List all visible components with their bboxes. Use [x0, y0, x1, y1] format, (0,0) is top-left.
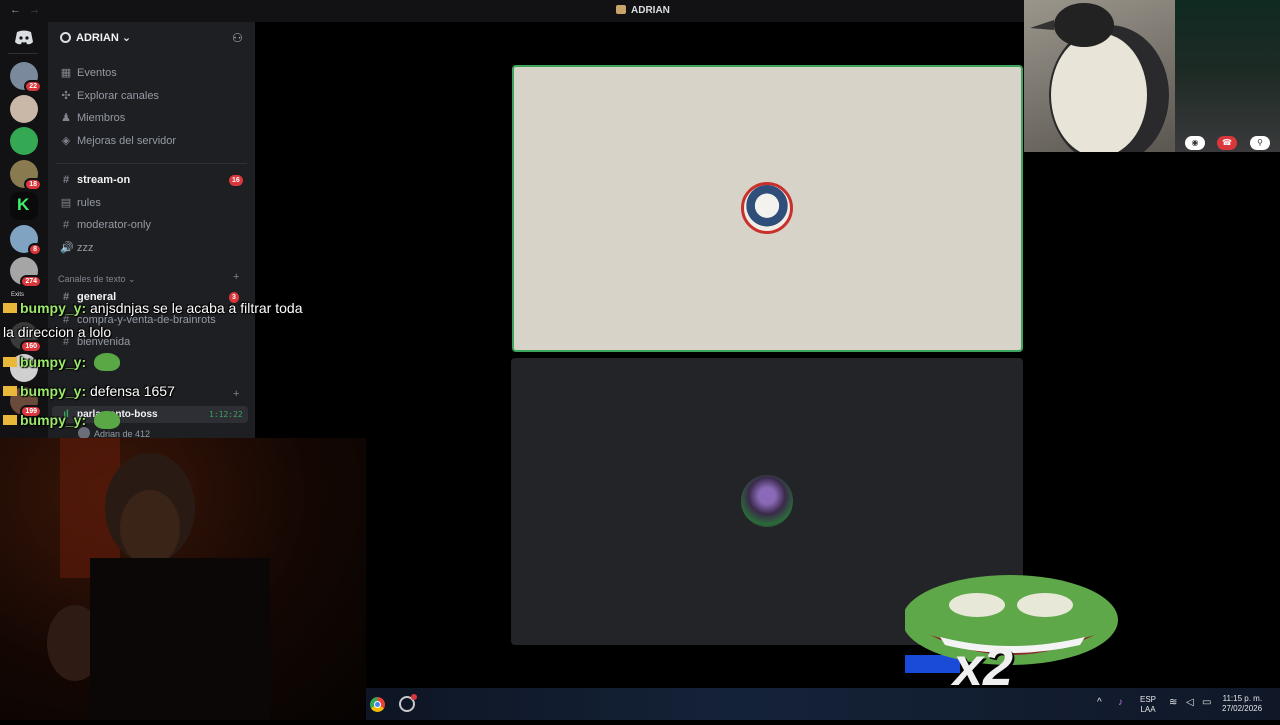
forward-arrow-icon[interactable]: → — [29, 4, 40, 16]
channel-sidebar: ADRIAN ⌄ ⚇ Canales de texto ⌄ + + ılparl… — [48, 22, 255, 439]
channel-type-icon: # — [62, 174, 70, 186]
chrome-icon[interactable] — [370, 697, 385, 712]
server-icon[interactable]: 8 — [10, 225, 42, 256]
menu-icon: ♟ — [61, 112, 71, 124]
app-icon[interactable] — [399, 694, 417, 712]
server-icon — [60, 32, 71, 43]
mic-icon[interactable]: ⚲ — [1250, 136, 1270, 150]
video-tile-speaking[interactable] — [512, 65, 1023, 352]
window-title: ADRIAN — [616, 5, 670, 16]
channel-rules[interactable]: ▤ rules — [60, 195, 101, 211]
chat-username: bumpy_y: — [20, 354, 87, 370]
wifi-icon[interactable]: ≋ — [1169, 698, 1177, 708]
server-icon[interactable] — [10, 127, 38, 155]
mention-badge: 160 — [20, 340, 42, 353]
add-voice-channel-icon[interactable]: + — [233, 388, 239, 400]
menu-mejoras-del-servidor[interactable]: ◈ Mejoras del servidor — [60, 133, 176, 149]
participant-avatar[interactable] — [741, 182, 793, 234]
clock[interactable]: 11:15 p. m. 27/02/2026 — [1222, 694, 1262, 714]
menu-icon: ▦ — [60, 67, 72, 79]
chat-message: bumpy_y: anjsdnjas se le acaba a filtrar… — [3, 300, 302, 316]
title-bar: ← → ADRIAN — [0, 0, 1024, 22]
chat-username: bumpy_y: — [20, 412, 87, 428]
mention-badge: 22 — [24, 80, 42, 93]
channel-type-icon: 🔊 — [60, 241, 74, 254]
camera-icon[interactable]: ◉ — [1185, 136, 1205, 150]
add-member-icon[interactable]: ⚇ — [232, 31, 246, 45]
server-icon[interactable] — [10, 95, 38, 123]
menu-icon: ◈ — [61, 134, 71, 147]
pepe-emote-icon — [94, 353, 121, 371]
chat-username: bumpy_y: — [20, 300, 87, 316]
chat-message: la direccion a lolo — [3, 324, 111, 340]
taskbar: ^ ♪ ESP LAA ≋ ◁ ▭ 11:15 p. m. 27/02/2026 — [366, 688, 1280, 720]
menu-eventos[interactable]: ▦ Eventos — [60, 65, 117, 81]
unread-badge: 16 — [229, 175, 243, 186]
chat-text: anjsdnjas se le acaba a filtrar toda — [90, 300, 303, 316]
guild-folder-label: Exits — [11, 292, 25, 298]
server-icon[interactable]: K — [10, 192, 38, 220]
chat-text: la direccion a lolo — [3, 324, 112, 340]
crown-icon — [3, 386, 17, 396]
language-indicator[interactable]: ESP LAA — [1140, 695, 1156, 715]
hangup-icon[interactable]: ☎ — [1217, 136, 1237, 150]
chat-message: bumpy_y: — [3, 353, 121, 371]
pepe-emote-overlay: x2 — [902, 575, 1120, 703]
streamer-webcam — [0, 438, 366, 720]
menu-miembros[interactable]: ♟ Miembros — [60, 110, 125, 126]
server-icon[interactable]: 22 — [10, 62, 42, 93]
menu-icon: ✣ — [61, 89, 71, 102]
chat-text: defensa 1657 — [90, 383, 175, 399]
camera-feed-2: ◉ ☎ ⚲ — [1175, 0, 1280, 152]
crown-icon — [3, 303, 17, 313]
crown-icon — [3, 415, 17, 425]
back-arrow-icon[interactable]: ← — [10, 4, 21, 16]
server-name-button[interactable]: ADRIAN ⌄ — [60, 31, 131, 44]
participant-avatar[interactable] — [741, 475, 793, 527]
menu-explorar-canales[interactable]: ✣ Explorar canales — [60, 88, 159, 104]
channel-type-icon: ▤ — [60, 196, 72, 209]
pepe-emote-icon — [94, 411, 121, 429]
multiplier-text: x2 — [953, 637, 1014, 697]
chat-message: bumpy_y: defensa 1657 — [3, 383, 175, 399]
volume-icon[interactable]: ◁ — [1186, 698, 1194, 708]
server-icon[interactable]: 18 — [10, 160, 42, 191]
mention-badge: 8 — [28, 243, 42, 256]
server-list: 22 18 K 8 274 160 199 Exits — [0, 22, 48, 438]
chat-message: bumpy_y: — [3, 411, 121, 429]
mention-badge: 274 — [20, 275, 42, 288]
battery-icon[interactable]: ▭ — [1202, 698, 1211, 708]
crown-icon — [3, 357, 17, 367]
discord-home-icon[interactable] — [14, 30, 34, 46]
nav-arrows: ← → — [10, 4, 48, 16]
channel-stream-on[interactable]: # stream-on — [60, 172, 130, 188]
chat-username: bumpy_y: — [20, 383, 87, 399]
voice-timer: 1:12:22 — [209, 410, 243, 419]
camera-feed-penguin — [1024, 0, 1175, 165]
folder-icon — [616, 5, 626, 14]
server-icon[interactable]: 274 — [10, 257, 42, 288]
channel-moderator-only[interactable]: # moderator-only — [60, 217, 151, 233]
chevron-down-icon: ⌄ — [121, 32, 132, 44]
category-text-channels[interactable]: Canales de texto ⌄ — [58, 274, 136, 285]
channel-zzz[interactable]: 🔊 zzz — [60, 240, 94, 256]
channel-type-icon: # — [62, 219, 70, 231]
mention-badge: 18 — [24, 178, 42, 191]
add-channel-icon[interactable]: + — [233, 271, 239, 283]
